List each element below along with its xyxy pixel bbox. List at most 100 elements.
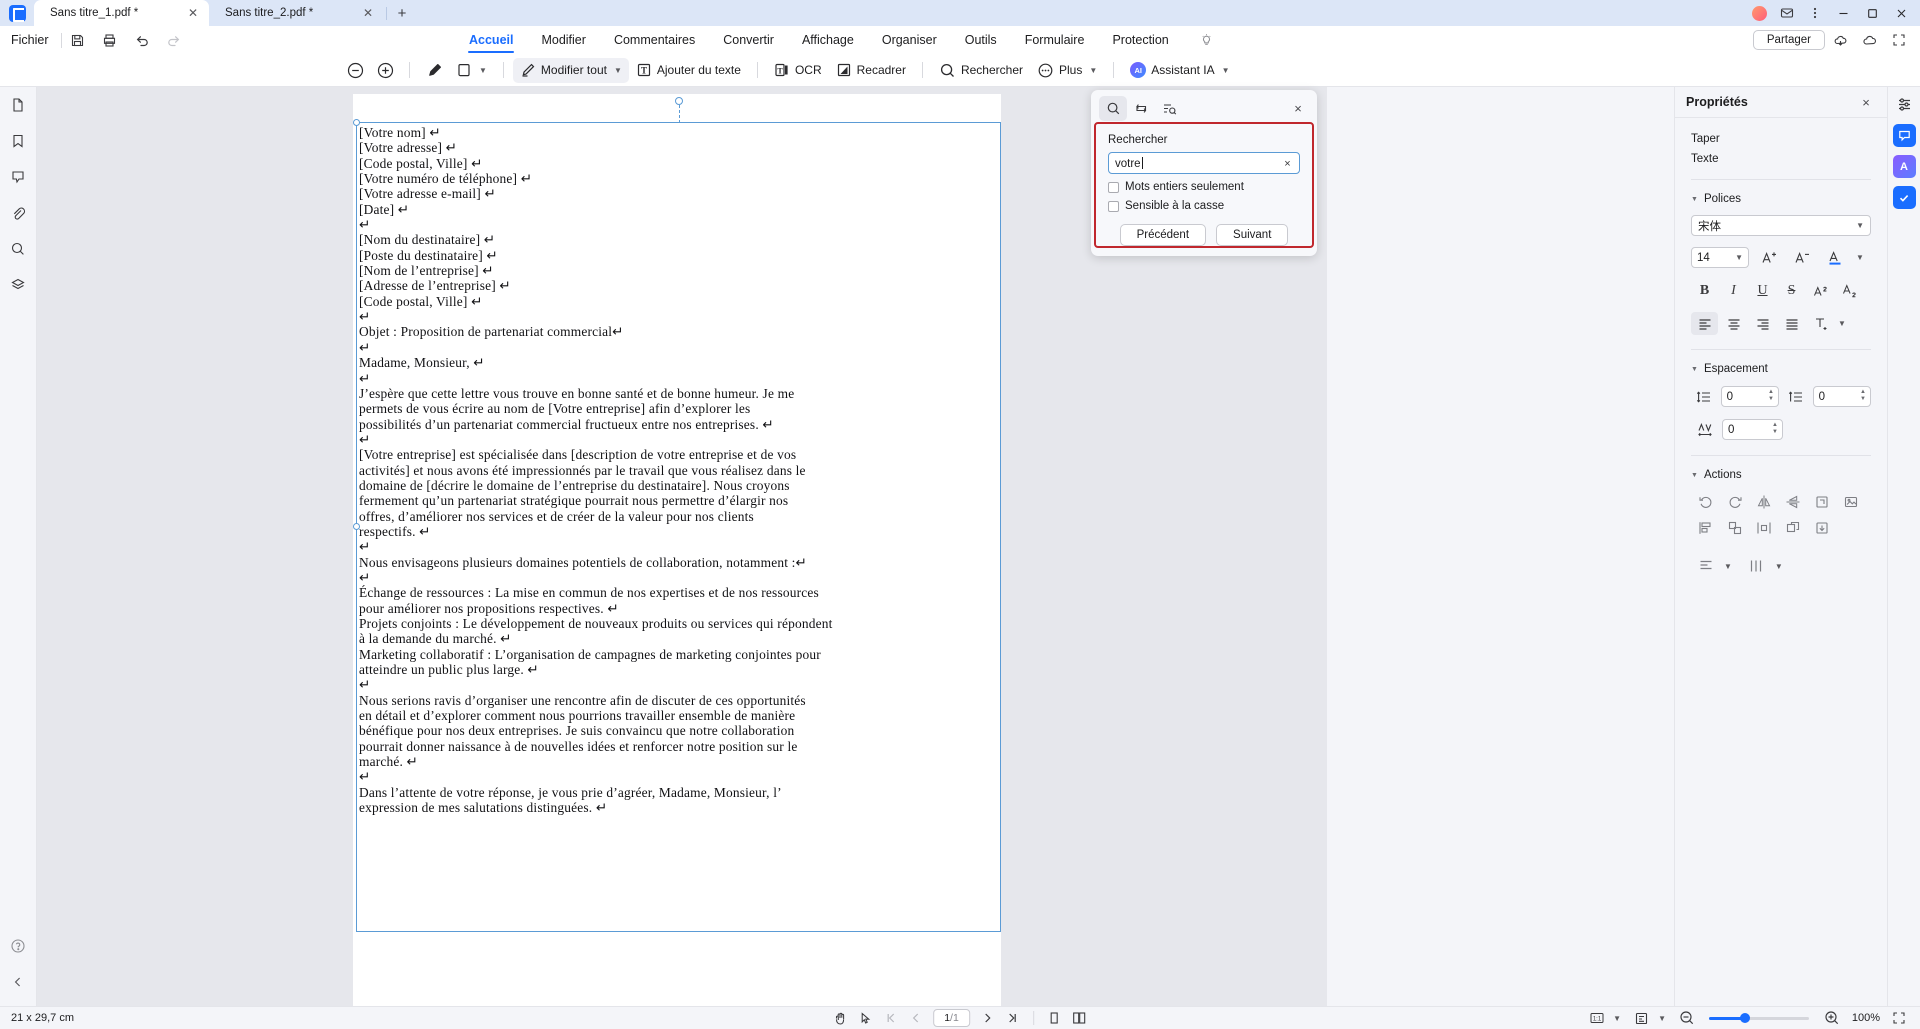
spacing-section-header[interactable]: ▼ Espacement xyxy=(1691,363,1871,375)
zoom-slider[interactable] xyxy=(1709,1013,1809,1023)
fit-ratio-button[interactable]: 1:1 xyxy=(1585,1009,1608,1028)
crop-icon[interactable] xyxy=(1807,489,1836,515)
document-tab-1[interactable]: Sans titre_1.pdf * ✕ xyxy=(34,0,209,26)
distribute-icon[interactable] xyxy=(1749,515,1778,541)
file-menu-button[interactable]: Fichier xyxy=(0,33,61,47)
text-direction-icon[interactable] xyxy=(1807,312,1834,335)
align-objects-icon[interactable] xyxy=(1691,515,1720,541)
comment-icon[interactable] xyxy=(0,159,37,195)
edit-all-button[interactable]: Modifier tout ▼ xyxy=(512,57,629,83)
document-tab-2[interactable]: Sans titre_2.pdf * ✕ xyxy=(209,0,384,26)
prev-page-icon[interactable] xyxy=(904,1009,927,1028)
highlighter-icon[interactable] xyxy=(419,58,449,83)
group-icon[interactable] xyxy=(1720,515,1749,541)
bookmark-icon[interactable] xyxy=(0,123,37,159)
save-icon[interactable] xyxy=(62,26,94,54)
close-icon[interactable]: ✕ xyxy=(360,5,376,21)
select-tool-icon[interactable] xyxy=(854,1009,877,1028)
ocr-button[interactable]: T OCR xyxy=(767,58,829,83)
zoom-level[interactable]: 100% xyxy=(1846,1012,1880,1024)
undo-icon[interactable] xyxy=(126,26,158,54)
font-family-select[interactable]: 宋体 ▼ xyxy=(1691,215,1871,236)
chevron-down-icon[interactable]: ▼ xyxy=(1775,562,1783,571)
search-button[interactable]: Rechercher xyxy=(932,58,1030,83)
rotate-left-icon[interactable] xyxy=(1691,489,1720,515)
collapse-sidebar-icon[interactable] xyxy=(0,964,37,1000)
cloud-icon[interactable] xyxy=(1856,27,1883,53)
zoom-slider-handle[interactable] xyxy=(1740,1013,1750,1023)
ribbon-tab-modifier[interactable]: Modifier xyxy=(527,26,599,54)
avatar[interactable] xyxy=(1745,0,1773,26)
align-center-icon[interactable] xyxy=(1720,312,1747,335)
fullscreen-icon[interactable] xyxy=(1887,1009,1910,1028)
character-spacing-input[interactable]: 0 ▲ ▼ xyxy=(1722,419,1783,440)
flip-horizontal-icon[interactable] xyxy=(1749,489,1778,515)
chevron-down-icon[interactable]: ▼ xyxy=(1724,562,1732,571)
align-dropdown-icon[interactable] xyxy=(1691,553,1720,579)
attachment-icon[interactable] xyxy=(0,195,37,231)
ribbon-tab-outils[interactable]: Outils xyxy=(951,26,1011,54)
help-icon[interactable] xyxy=(0,928,37,964)
lightbulb-icon[interactable] xyxy=(1199,33,1214,48)
stepper-arrows[interactable]: ▲ ▼ xyxy=(1768,389,1774,403)
extract-icon[interactable] xyxy=(1807,515,1836,541)
maximize-button[interactable] xyxy=(1858,0,1887,26)
ribbon-tab-accueil[interactable]: Accueil xyxy=(455,26,527,54)
rotation-handle[interactable] xyxy=(674,97,683,105)
stepper-arrows[interactable]: ▲ ▼ xyxy=(1860,389,1866,403)
chat-icon[interactable] xyxy=(1892,124,1916,147)
search-icon[interactable] xyxy=(1099,95,1127,121)
superscript-icon[interactable] xyxy=(1807,279,1834,302)
fonts-section-header[interactable]: ▼ Polices xyxy=(1691,193,1871,205)
close-window-button[interactable] xyxy=(1887,0,1916,26)
facing-page-view-icon[interactable] xyxy=(1068,1009,1091,1028)
subscript-icon[interactable] xyxy=(1836,279,1863,302)
align-left-icon[interactable] xyxy=(1691,312,1718,335)
increase-font-size-icon[interactable] xyxy=(1755,246,1782,269)
ribbon-tab-convertir[interactable]: Convertir xyxy=(709,26,788,54)
bold-button[interactable]: B xyxy=(1691,279,1718,302)
crop-button[interactable]: Recadrer xyxy=(829,58,913,83)
rotate-right-icon[interactable] xyxy=(1720,489,1749,515)
italic-button[interactable]: I xyxy=(1720,279,1747,302)
more-options-icon[interactable] xyxy=(1801,0,1829,26)
ribbon-tab-organiser[interactable]: Organiser xyxy=(868,26,951,54)
properties-panel-icon[interactable] xyxy=(1893,93,1916,116)
zoom-in-icon[interactable] xyxy=(1820,1009,1843,1028)
message-icon[interactable] xyxy=(1773,0,1801,26)
close-icon[interactable]: ✕ xyxy=(185,5,201,21)
page-number-field[interactable]: 1/1 xyxy=(933,1009,970,1027)
chevron-down-icon[interactable]: ▼ xyxy=(1838,319,1846,328)
replace-image-icon[interactable] xyxy=(1836,489,1865,515)
case-sensitive-checkbox[interactable]: Sensible à la casse xyxy=(1108,200,1300,212)
previous-button[interactable]: Précédent xyxy=(1119,224,1207,246)
font-size-select[interactable]: 14 ▼ xyxy=(1691,247,1749,268)
actions-section-header[interactable]: ▼ Actions xyxy=(1691,469,1871,481)
print-icon[interactable] xyxy=(94,26,126,54)
zoom-out-icon[interactable] xyxy=(1675,1009,1698,1028)
whole-words-checkbox[interactable]: Mots entiers seulement xyxy=(1108,181,1300,193)
align-right-icon[interactable] xyxy=(1749,312,1776,335)
shape-tool-button[interactable]: ▼ xyxy=(449,58,494,83)
ribbon-tab-formulaire[interactable]: Formulaire xyxy=(1011,26,1099,54)
chevron-down-icon[interactable]: ▼ xyxy=(1658,1014,1666,1023)
search-panel[interactable]: × Rechercher votre × Mots entiers seulem… xyxy=(1091,90,1317,256)
ribbon-tab-affichage[interactable]: Affichage xyxy=(788,26,868,54)
paragraph-spacing-input[interactable]: 0 ▲ ▼ xyxy=(1812,386,1871,407)
ribbon-tab-protection[interactable]: Protection xyxy=(1098,26,1182,54)
replace-icon[interactable] xyxy=(1127,96,1155,121)
chevron-down-icon[interactable]: ▼ xyxy=(1856,253,1864,262)
search-input[interactable]: votre × xyxy=(1108,152,1300,174)
close-icon[interactable]: × xyxy=(1287,97,1309,119)
decrease-font-size-icon[interactable] xyxy=(1788,246,1815,269)
clear-search-icon[interactable]: × xyxy=(1280,156,1295,171)
flip-vertical-icon[interactable] xyxy=(1778,489,1807,515)
close-icon[interactable]: × xyxy=(1856,92,1876,112)
font-color-icon[interactable] xyxy=(1821,246,1848,269)
hand-tool-icon[interactable] xyxy=(829,1009,852,1028)
cloud-sync-icon[interactable] xyxy=(1827,27,1854,53)
share-button[interactable]: Partager xyxy=(1752,30,1825,50)
ribbon-tab-commentaires[interactable]: Commentaires xyxy=(600,26,709,54)
align-justify-icon[interactable] xyxy=(1778,312,1805,335)
more-button[interactable]: Plus ▼ xyxy=(1030,58,1104,83)
